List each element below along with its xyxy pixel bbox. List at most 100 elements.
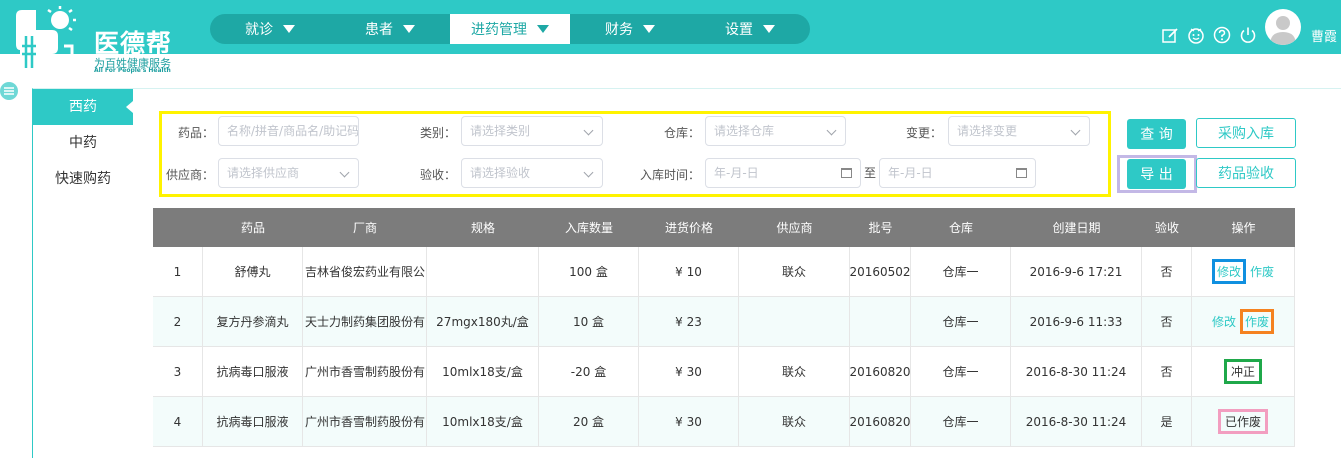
caret-down-icon — [403, 25, 415, 33]
void-link[interactable]: 作废 — [1250, 263, 1274, 280]
avatar[interactable] — [1265, 9, 1301, 45]
row-actions: 冲正 — [1192, 347, 1295, 396]
drug-name: 舒傅丸 — [203, 247, 303, 296]
price: ¥ 10 — [639, 247, 739, 296]
col-header-accepted: 验收 — [1154, 221, 1179, 235]
col-header-date: 创建日期 — [1052, 221, 1101, 235]
created-date: 2016-8-30 11:24 — [1011, 397, 1142, 446]
row-index: 4 — [153, 397, 203, 446]
username[interactable]: 曹霞 — [1311, 26, 1337, 45]
edit-link[interactable]: 修改 — [1212, 313, 1236, 330]
warehouse: 仓库一 — [911, 247, 1011, 296]
maker-name: 广州市香雪制药股份有 — [303, 397, 427, 446]
category-label: 类别： — [419, 126, 456, 140]
change-label: 变更： — [905, 126, 942, 140]
accept-select[interactable]: 请选择验收 — [461, 158, 603, 188]
chevron-down-icon — [583, 167, 594, 178]
table-row: 1 舒傅丸 吉林省俊宏药业有限公 100 盒 ¥ 10 联众 20160502 … — [153, 247, 1295, 297]
nav-item-settings[interactable]: 设置 — [690, 14, 810, 44]
brand-slogan-en: All For People's Health — [94, 67, 171, 74]
nav-item-visit[interactable]: 就诊 — [210, 14, 330, 44]
brand-logo[interactable]: 医德帮 为百姓健康服务 All For People's Health — [14, 6, 194, 76]
col-header-index — [153, 208, 203, 247]
date-range-separator: 至 — [864, 166, 877, 180]
smile-icon[interactable] — [1187, 26, 1205, 44]
col-header-drug: 药品 — [240, 221, 265, 235]
warehouse-label: 仓库： — [663, 126, 700, 140]
quantity: -20 盒 — [539, 347, 639, 396]
user-avatar-icon — [1270, 16, 1296, 45]
drug-name: 复方丹参滴丸 — [203, 297, 303, 346]
supplier-label: 供应商： — [166, 168, 215, 182]
price: ¥ 30 — [639, 397, 739, 446]
batch-number: 20160820 — [850, 347, 911, 396]
intake-table: 药品 厂商 规格 入库数量 进货价格 供应商 批号 仓库 创建日期 验收 操作 … — [153, 208, 1295, 447]
batch-number — [850, 297, 911, 346]
power-icon[interactable] — [1239, 26, 1257, 44]
subnav-item-quick-buy[interactable]: 快速购药 — [33, 161, 133, 197]
warehouse: 仓库一 — [911, 297, 1011, 346]
caret-down-icon — [537, 25, 549, 33]
quantity: 20 盒 — [539, 397, 639, 446]
main-nav: 就诊 患者 进药管理 财务 设置 — [210, 14, 810, 44]
category-select[interactable]: 请选择类别 — [461, 116, 603, 146]
spec: 10mlx18支/盒 — [427, 347, 539, 396]
supplier-select[interactable]: 请选择供应商 — [218, 158, 359, 188]
table-row: 4 抗病毒口服液 广州市香雪制药股份有 10mlx18支/盒 20 盒 ¥ 30… — [153, 397, 1295, 447]
help-icon[interactable] — [1213, 26, 1231, 44]
nav-item-finance[interactable]: 财务 — [570, 14, 690, 44]
chevron-down-icon — [826, 125, 837, 136]
date-start-input[interactable]: 年-月-日 — [705, 158, 861, 188]
drug-accept-button[interactable]: 药品验收 — [1196, 158, 1296, 188]
nav-item-patient[interactable]: 患者 — [330, 14, 450, 44]
warehouse: 仓库一 — [911, 347, 1011, 396]
drug-search-input[interactable]: 名称/拼音/商品名/助记码 — [218, 116, 359, 146]
col-header-ops: 操作 — [1231, 221, 1256, 235]
row-index: 3 — [153, 347, 203, 396]
maker-name: 广州市香雪制药股份有 — [303, 347, 427, 396]
query-button[interactable]: 查 询 — [1127, 119, 1186, 149]
batch-number: 20160820 — [850, 397, 911, 446]
drug-type-subnav: 西药 中药 快速购药 — [33, 89, 133, 197]
change-select[interactable]: 请选择变更 — [948, 116, 1090, 146]
accepted-status: 否 — [1142, 247, 1192, 296]
quantity: 100 盒 — [539, 247, 639, 296]
export-button[interactable]: 导 出 — [1127, 159, 1186, 189]
void-link[interactable]: 作废 — [1240, 309, 1275, 334]
edit-link[interactable]: 修改 — [1211, 259, 1246, 284]
created-date: 2016-8-30 11:24 — [1011, 347, 1142, 396]
purchase-in-button[interactable]: 采购入库 — [1196, 118, 1296, 148]
accepted-status: 是 — [1142, 397, 1192, 446]
chevron-down-icon — [1070, 125, 1081, 136]
top-header: 就诊 患者 进药管理 财务 设置 曹霞 — [0, 0, 1341, 54]
warehouse-select[interactable]: 请选择仓库 — [705, 116, 846, 146]
voided-status: 已作废 — [1217, 409, 1268, 434]
row-actions: 已作废 — [1192, 397, 1295, 446]
col-header-maker: 厂商 — [352, 221, 377, 235]
menu-icon — [4, 87, 14, 95]
table-row: 3 抗病毒口服液 广州市香雪制药股份有 10mlx18支/盒 -20 盒 ¥ 3… — [153, 347, 1295, 397]
subnav-item-western[interactable]: 西药 — [33, 89, 133, 125]
spec: 10mlx18支/盒 — [427, 397, 539, 446]
calendar-icon — [1016, 168, 1027, 178]
supplier: 联众 — [739, 347, 850, 396]
quantity: 10 盒 — [539, 297, 639, 346]
caret-down-icon — [763, 25, 775, 33]
nav-item-drug-intake[interactable]: 进药管理 — [450, 14, 570, 44]
col-header-price: 进货价格 — [664, 221, 713, 235]
created-date: 2016-9-6 17:21 — [1011, 247, 1142, 296]
col-header-qty: 入库数量 — [564, 221, 613, 235]
subnav-item-chinese[interactable]: 中药 — [33, 125, 133, 161]
drug-name: 抗病毒口服液 — [203, 347, 303, 396]
accepted-status: 否 — [1142, 347, 1192, 396]
batch-number: 20160502 — [850, 247, 911, 296]
edit-icon[interactable] — [1161, 26, 1179, 44]
spec: 27mgx180丸/盒 — [427, 297, 539, 346]
sidebar-toggle-button[interactable] — [0, 82, 18, 100]
col-header-supplier: 供应商 — [776, 221, 813, 235]
date-end-input[interactable]: 年-月-日 — [879, 158, 1036, 188]
chevron-down-icon — [583, 125, 594, 136]
chevron-down-icon — [339, 167, 350, 178]
price: ¥ 23 — [639, 297, 739, 346]
reverse-button[interactable]: 冲正 — [1223, 359, 1262, 384]
